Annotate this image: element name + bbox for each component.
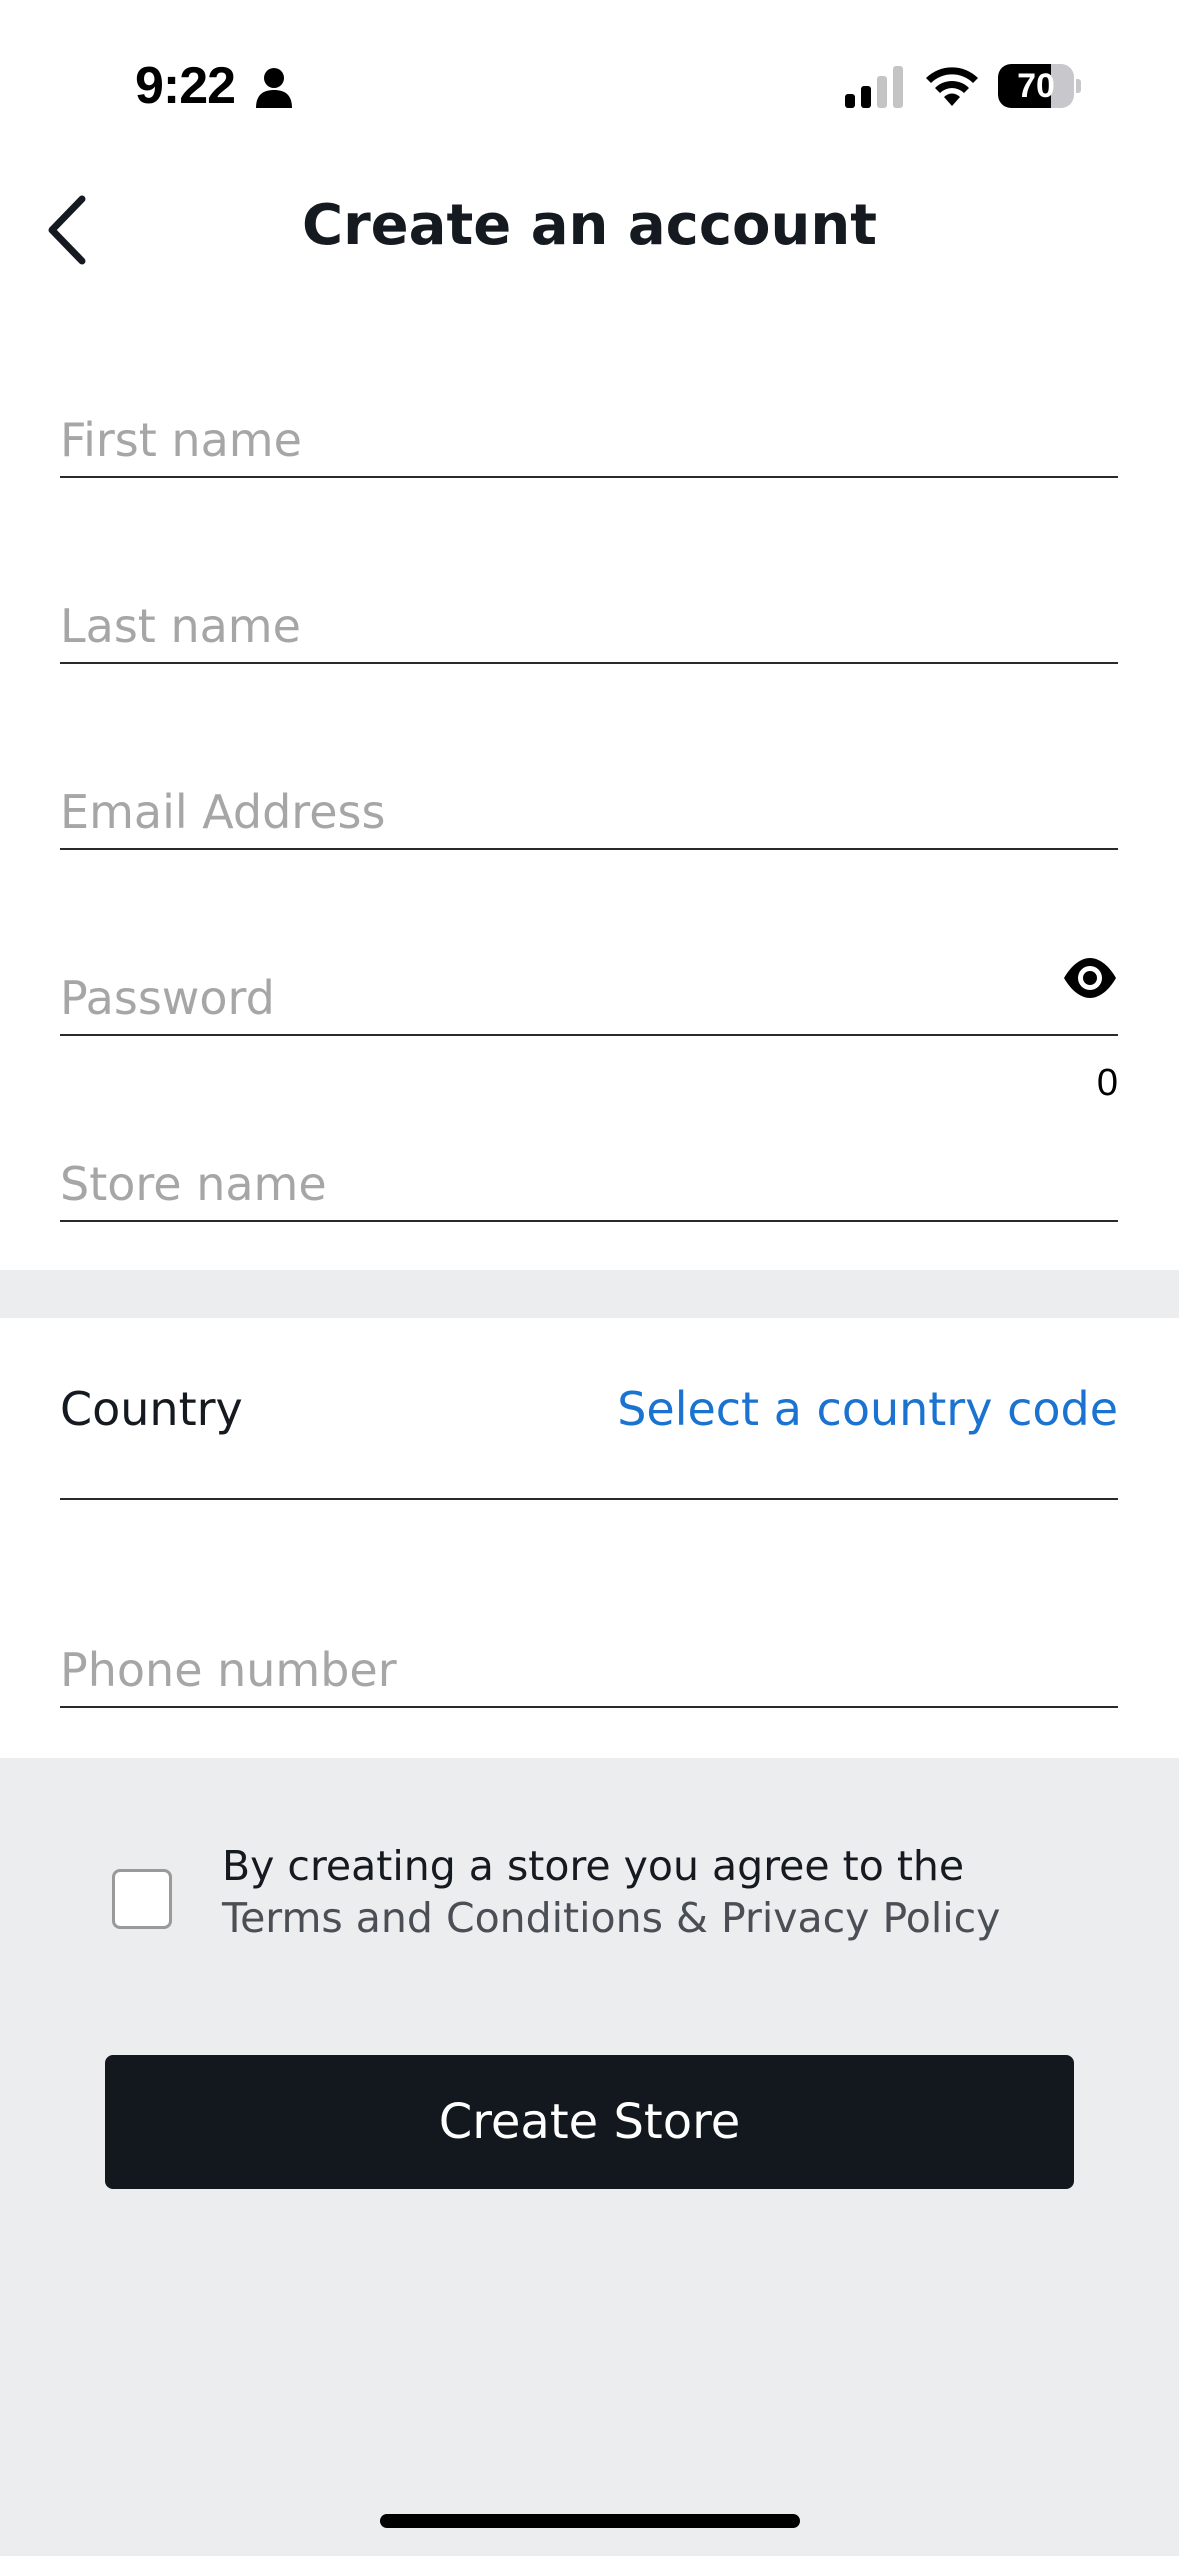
password-input[interactable] — [60, 936, 1020, 1034]
terms-and-conditions-link[interactable]: Terms and Conditions — [222, 1894, 663, 1942]
last-name-field — [60, 564, 1118, 664]
chevron-left-icon — [48, 195, 86, 265]
home-indicator — [380, 2514, 800, 2528]
email-field — [60, 750, 1118, 850]
country-label: Country — [60, 1382, 243, 1436]
terms-text: By creating a store you agree to the Ter… — [222, 1840, 1082, 1944]
battery-nub — [1076, 79, 1081, 93]
store-name-input[interactable] — [60, 1122, 1118, 1220]
person-icon — [256, 68, 292, 108]
status-bar: 9:22 70 — [0, 0, 1179, 170]
battery-body: 70 — [998, 64, 1074, 108]
terms-ampersand: & — [662, 1894, 721, 1942]
terms-prefix: By creating a store you agree to the — [222, 1842, 965, 1890]
nav-header: Create an account — [0, 170, 1179, 290]
password-field — [60, 936, 1118, 1036]
page-title: Create an account — [301, 193, 878, 258]
phone-input[interactable] — [60, 1608, 1118, 1706]
battery-icon: 70 — [998, 64, 1081, 108]
first-name-input[interactable] — [60, 378, 1118, 476]
store-name-field — [60, 1122, 1118, 1222]
signal-icon — [845, 66, 903, 108]
status-time: 9:22 — [135, 57, 236, 115]
last-name-input[interactable] — [60, 564, 1118, 662]
battery-level: 70 — [1017, 67, 1055, 105]
create-store-button[interactable]: Create Store — [105, 2055, 1074, 2189]
terms-checkbox[interactable] — [112, 1869, 172, 1929]
password-char-count: 0 — [1096, 1062, 1118, 1104]
first-name-field — [60, 378, 1118, 478]
wifi-icon — [926, 67, 978, 106]
phone-field — [60, 1608, 1118, 1708]
email-input[interactable] — [60, 750, 1118, 848]
terms-links-line: Terms and Conditions & Privacy Policy — [222, 1892, 1082, 1944]
back-button[interactable] — [30, 185, 110, 275]
eye-icon[interactable] — [1062, 956, 1118, 1000]
create-account-screen: 9:22 70 Create an account First name Las… — [0, 0, 1179, 2556]
section-divider — [0, 1270, 1179, 1318]
country-selector[interactable]: Country Select a country code — [60, 1318, 1118, 1500]
privacy-policy-link[interactable]: Privacy Policy — [721, 1894, 1000, 1942]
select-country-code-link[interactable]: Select a country code — [617, 1382, 1118, 1436]
